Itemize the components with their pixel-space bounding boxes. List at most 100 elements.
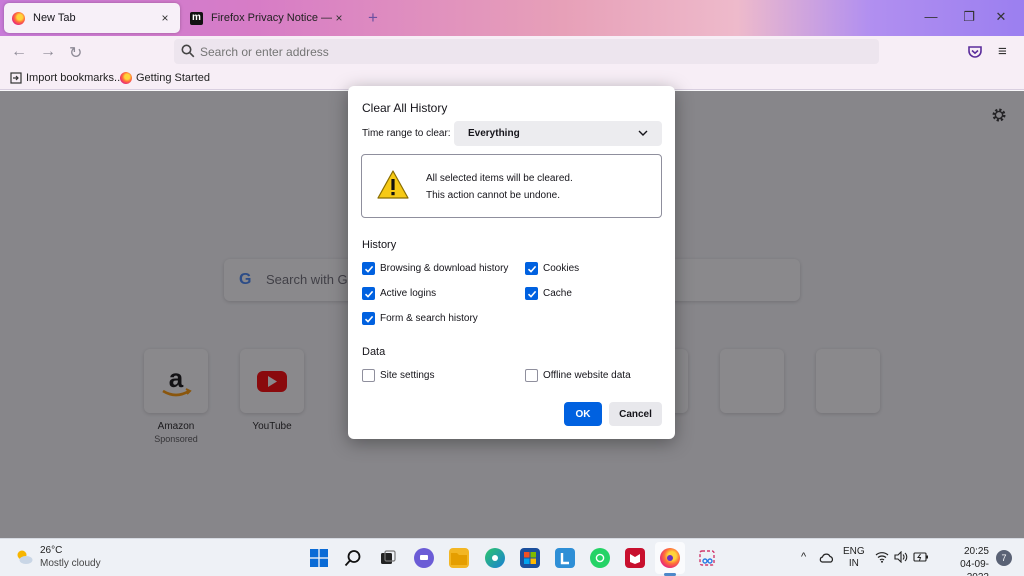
checkbox-unchecked-icon <box>525 369 538 382</box>
app-menu-button[interactable]: ≡ <box>998 43 1007 60</box>
address-input[interactable] <box>200 42 850 61</box>
checkbox-form-search-history[interactable]: Form & search history <box>362 312 478 325</box>
search-icon <box>344 550 361 567</box>
l-app-button[interactable] <box>555 548 575 568</box>
bookmark-label: Getting Started <box>136 72 210 84</box>
checkbox-cache[interactable]: Cache <box>525 287 572 300</box>
checkbox-unchecked-icon <box>362 369 375 382</box>
clock-date: 04-09-2022 <box>960 559 989 576</box>
region-code: IN <box>848 558 859 569</box>
time-range-select[interactable]: Everything <box>454 121 662 146</box>
mcafee-icon <box>630 554 640 564</box>
windows-logo-icon <box>310 549 328 567</box>
tab-title: New Tab <box>33 12 76 24</box>
data-heading: Data <box>362 346 386 358</box>
checkbox-checked-icon <box>362 262 375 275</box>
firefox-taskbar-button[interactable] <box>660 548 680 568</box>
edge-button[interactable] <box>485 548 505 568</box>
checkbox-label: Site settings <box>380 370 435 381</box>
mcafee-button[interactable] <box>625 548 645 568</box>
warning-text-line1: All selected items will be cleared. <box>426 173 573 184</box>
language-code: ENG <box>843 546 865 557</box>
firefox-icon <box>120 72 132 84</box>
checkbox-browsing-history[interactable]: Browsing & download history <box>362 262 508 275</box>
scissors-icon <box>699 550 715 566</box>
pocket-icon[interactable] <box>967 44 983 60</box>
tab-title: Firefox Privacy Notice — Mozilla <box>211 12 332 24</box>
whatsapp-icon <box>595 553 605 563</box>
checkbox-active-logins[interactable]: Active logins <box>362 287 436 300</box>
warning-text-line2: This action cannot be undone. <box>426 190 560 201</box>
checkbox-label: Form & search history <box>380 313 478 324</box>
bookmark-getting-started[interactable]: Getting Started <box>120 72 210 84</box>
checkbox-cookies[interactable]: Cookies <box>525 262 579 275</box>
start-button[interactable] <box>309 548 329 568</box>
warning-icon <box>377 170 409 199</box>
teams-chat-button[interactable] <box>414 548 434 568</box>
weather-widget[interactable]: 26°C Mostly cloudy <box>14 544 101 570</box>
tab-close-icon[interactable]: × <box>158 11 172 25</box>
checkbox-label: Cookies <box>543 263 580 274</box>
forward-button[interactable]: → <box>40 43 56 61</box>
dialog-title: Clear All History <box>362 101 448 115</box>
system-clock[interactable]: 20:25 04-09-2022 <box>945 545 989 576</box>
checkbox-label: Offline website data <box>543 370 631 381</box>
close-window-button[interactable]: ✕ <box>978 9 1024 25</box>
checkbox-checked-icon <box>362 312 375 325</box>
checkbox-label: Active logins <box>380 288 437 299</box>
bookmark-label: Import bookmarks... <box>26 72 124 84</box>
checkbox-checked-icon <box>362 287 375 300</box>
cancel-button[interactable]: Cancel <box>609 402 662 426</box>
checkbox-site-settings[interactable]: Site settings <box>362 369 434 382</box>
bookmark-import[interactable]: Import bookmarks... <box>10 72 123 84</box>
taskbar-search-button[interactable] <box>343 548 363 568</box>
mozilla-icon: m <box>190 11 203 25</box>
reload-button[interactable]: ↻ <box>69 43 82 63</box>
history-heading: History <box>362 239 397 251</box>
back-button[interactable]: ← <box>11 43 27 61</box>
tab-strip: New Tab × m Firefox Privacy Notice — Moz… <box>0 0 1024 36</box>
clear-history-dialog: Clear All History Time range to clear: E… <box>348 86 675 439</box>
import-icon <box>10 72 22 84</box>
letter-l-icon <box>560 553 569 565</box>
ok-button[interactable]: OK <box>564 402 602 426</box>
checkbox-checked-icon <box>525 287 538 300</box>
chat-icon <box>420 555 428 560</box>
clock-time: 20:25 <box>963 546 989 557</box>
store-icon <box>524 552 536 564</box>
file-explorer-button[interactable] <box>449 548 469 568</box>
checkbox-label: Cache <box>543 288 572 299</box>
checkbox-offline-website-data[interactable]: Offline website data <box>525 369 631 382</box>
edge-icon <box>492 555 498 561</box>
new-tab-button[interactable]: + <box>368 8 378 28</box>
search-icon <box>181 44 195 58</box>
input-language-indicator[interactable]: ENG IN <box>843 546 865 570</box>
task-view-button[interactable] <box>378 548 398 568</box>
checkbox-checked-icon <box>525 262 538 275</box>
firefox-icon <box>12 11 25 25</box>
time-range-value: Everything <box>468 128 520 139</box>
tab-close-icon[interactable]: × <box>332 11 346 25</box>
task-view-icon <box>381 550 396 564</box>
time-range-label: Time range to clear: <box>362 128 451 139</box>
store-button[interactable] <box>520 548 540 568</box>
chevron-down-icon <box>638 130 648 136</box>
onedrive-icon[interactable] <box>818 552 834 564</box>
notification-badge[interactable]: 7 <box>996 550 1012 566</box>
windows-taskbar: 26°C Mostly cloudy ^ ENG IN 20:25 04-09-… <box>0 538 1024 576</box>
firefox-icon <box>667 555 673 561</box>
wifi-icon[interactable] <box>875 551 889 563</box>
partly-cloudy-icon <box>17 550 33 564</box>
folder-icon <box>451 553 467 565</box>
weather-description: Mostly cloudy <box>40 558 101 569</box>
whatsapp-button[interactable] <box>590 548 610 568</box>
address-bar[interactable] <box>174 39 879 64</box>
weather-temperature: 26°C <box>40 545 63 556</box>
tab-privacy-notice[interactable]: m Firefox Privacy Notice — Mozilla × <box>182 3 354 33</box>
volume-icon[interactable] <box>894 551 908 563</box>
tab-new-tab[interactable]: New Tab × <box>4 3 180 33</box>
show-hidden-icons-button[interactable]: ^ <box>801 551 806 563</box>
snipping-tool-button[interactable] <box>697 548 717 568</box>
checkbox-label: Browsing & download history <box>380 263 509 274</box>
battery-icon[interactable] <box>913 551 929 563</box>
